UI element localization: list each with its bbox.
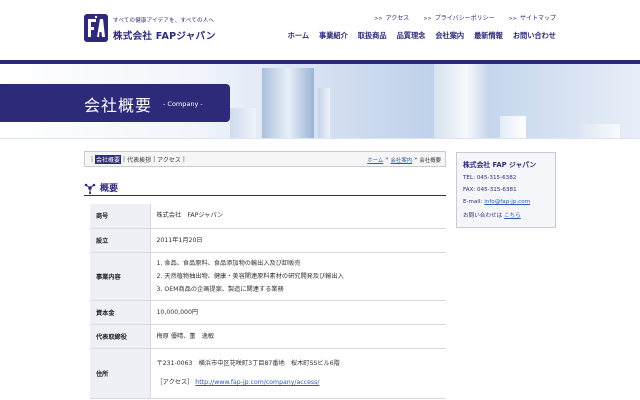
nav-news[interactable]: 最新情報 (474, 31, 503, 41)
value-line: 株式会社 FAPジャパン (156, 212, 224, 220)
row-label: 事業内容 (90, 252, 151, 301)
building-image (318, 88, 330, 138)
nav-quality[interactable]: 品質理念 (397, 31, 426, 41)
nav-business[interactable]: 事業紹介 (319, 31, 348, 41)
building-image (262, 68, 314, 138)
table-row: 代表取締役 梅原 優晴、董 逸敏 (90, 324, 446, 349)
divider-bar: | (91, 155, 94, 163)
subnav-access[interactable]: アクセス (157, 155, 181, 164)
hero-banner: 会社概要 - Company - (0, 60, 640, 138)
double-chevron-icon: >> (423, 16, 432, 22)
row-label: 代表取締役 (90, 324, 151, 349)
value-line: 2011年1月20日 (156, 236, 203, 244)
page-subtitle: - Company - (163, 100, 203, 108)
subnav-company-overview[interactable]: 会社概要 (95, 154, 122, 164)
sub-nav: | 会社概要 | 代表挨拶 | アクセス | ホーム » 会社案内 » 会社概要 (84, 151, 446, 167)
breadcrumb-separator: » (414, 156, 418, 162)
table-row: 住所 〒231-0063 横浜市中区花咲町3丁目87番地 桜木町SSビル6階 ［… (90, 348, 446, 399)
value-line: 3. OEM商品の企画提案、製造に関連する業務 (156, 285, 284, 293)
company-info-table: 商号 株式会社 FAPジャパン 設立 2011年1月20日 事業内容 1. 食品… (90, 204, 446, 399)
access-line: ［アクセス］ http://www.fap-jp.com/company/acc… (157, 376, 441, 389)
table-row: 資本金 10,000,000円 (90, 300, 446, 325)
sidebar-fax: FAX: 045-315-6381 (463, 187, 517, 193)
access-url-link[interactable]: http://www.fap-jp.com/company/access/ (195, 379, 319, 386)
section-title: 概要 (100, 184, 119, 194)
logo-tagline: すべての健康アイデアを、すべての人へ (113, 18, 215, 24)
hero-divider (0, 138, 640, 139)
row-value: 〒231-0063 横浜市中区花咲町3丁目87番地 桜木町SSビル6階 ［アクセ… (150, 348, 446, 399)
nav-contact[interactable]: お問い合わせ (513, 31, 556, 41)
hero-top-strip (0, 60, 640, 64)
divider-bar: | (123, 155, 126, 163)
sidebar-company-name: 株式会社 FAP ジャパン (463, 161, 537, 169)
value-line: 10,000,000円 (156, 308, 199, 316)
util-link-sitemap[interactable]: >> サイトマップ (509, 13, 556, 22)
value-line: 1. 食品、食品原料、食品添加物の輸出入及び卸販売 (156, 259, 301, 267)
value-line: 〒231-0063 横浜市中区花咲町3丁目87番地 桜木町SSビル6階 (156, 360, 340, 367)
company-contact-box: 株式会社 FAP ジャパン TEL: 045-315-6382 FAX: 045… (456, 152, 556, 228)
nav-home[interactable]: ホーム (288, 31, 309, 41)
table-row: 商号 株式会社 FAPジャパン (90, 204, 446, 229)
site-header: すべての健康アイデアを、すべての人へ 株式会社 FAPジャパン >> アクセス >… (0, 0, 640, 60)
row-label: 商号 (90, 204, 151, 229)
section-heading: 概要 (84, 180, 446, 196)
sidebar-email-line: E-mail: info@fap-jp.com (463, 199, 530, 205)
util-link-access[interactable]: >> アクセス (374, 13, 409, 22)
row-label: 資本金 (90, 300, 151, 325)
logo-company-name: 株式会社 FAPジャパン (113, 31, 216, 42)
sidebar-contact-label: お問い合わせは (463, 213, 503, 219)
row-value: 1. 食品、食品原料、食品添加物の輸出入及び卸販売 2. 天然植物抽出物、健康・… (150, 252, 446, 301)
table-row: 事業内容 1. 食品、食品原料、食品添加物の輸出入及び卸販売 2. 天然植物抽出… (90, 252, 446, 301)
subnav-greeting[interactable]: 代表挨拶 (127, 155, 151, 164)
divider-bar: | (182, 155, 185, 163)
breadcrumb-current: 会社概要 (419, 158, 441, 164)
building-image (434, 64, 488, 138)
table-row: 設立 2011年1月20日 (90, 228, 446, 253)
util-link-privacy[interactable]: >> プライバシーポリシー (423, 13, 494, 22)
building-image (500, 116, 526, 138)
double-chevron-icon: >> (374, 16, 383, 22)
site-logo[interactable]: すべての健康アイデアを、すべての人へ 株式会社 FAPジャパン (84, 14, 224, 44)
main-nav: ホーム 事業紹介 取扱商品 品質理念 会社案内 最新情報 お問い合わせ (288, 31, 556, 41)
util-link-label: プライバシーポリシー (434, 15, 495, 22)
divider-bar: | (153, 155, 156, 163)
util-link-label: アクセス (385, 15, 410, 22)
nav-products[interactable]: 取扱商品 (358, 31, 387, 41)
nav-company[interactable]: 会社案内 (435, 31, 464, 41)
value-line: 2. 天然植物抽出物、健康・美容関連原料素材の研究開発及び輸出入 (156, 272, 344, 280)
building-image (580, 124, 620, 138)
row-label: 住所 (90, 348, 151, 399)
value-line: 梅原 優晴、董 逸敏 (156, 332, 215, 340)
utility-nav: >> アクセス >> プライバシーポリシー >> サイトマップ (374, 13, 556, 22)
sidebar-tel: TEL: 045-315-6382 (463, 175, 517, 181)
sidebar-contact-link[interactable]: こちら (504, 213, 521, 219)
sidebar-email-label: E-mail: (463, 199, 483, 205)
molecule-icon (84, 183, 96, 194)
breadcrumb: ホーム » 会社案内 » 会社概要 (367, 156, 441, 164)
breadcrumb-home[interactable]: ホーム (367, 156, 383, 164)
sidebar-email-link[interactable]: info@fap-jp.com (484, 199, 530, 205)
double-chevron-icon: >> (508, 16, 517, 22)
row-value: 株式会社 FAPジャパン (150, 204, 446, 229)
sidebar-contact-line: お問い合わせは こちら (463, 211, 521, 219)
hero-title-box: 会社概要 - Company - (0, 84, 230, 122)
breadcrumb-separator: » (385, 156, 389, 162)
page-title: 会社概要 (84, 96, 153, 115)
util-link-label: サイトマップ (519, 15, 556, 22)
row-label: 設立 (90, 228, 151, 253)
logo-mark-icon (84, 14, 108, 42)
row-value: 10,000,000円 (150, 300, 446, 325)
row-value: 2011年1月20日 (150, 228, 446, 253)
breadcrumb-company[interactable]: 会社案内 (391, 156, 413, 164)
building-image (230, 108, 256, 138)
access-label: ［アクセス］ (156, 379, 194, 386)
row-value: 梅原 優晴、董 逸敏 (150, 324, 446, 349)
